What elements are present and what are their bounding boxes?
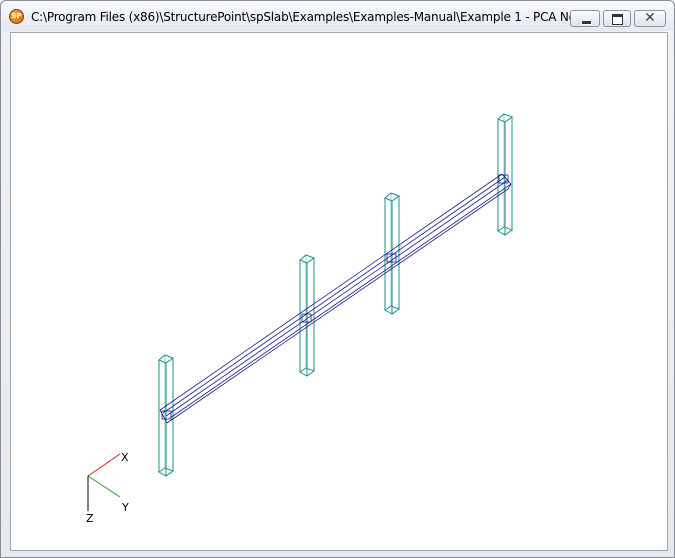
- x-axis-label: X: [121, 451, 129, 464]
- y-axis-line: [87, 475, 121, 498]
- x-axis-line: [87, 453, 121, 477]
- close-icon: ✕: [644, 10, 656, 26]
- axis-triad: X Y Z: [86, 451, 129, 525]
- model-view-canvas[interactable]: X Y Z: [10, 32, 668, 551]
- maximize-button[interactable]: [603, 10, 631, 27]
- z-axis-label: Z: [86, 512, 94, 525]
- joint-markers: [161, 174, 509, 420]
- y-axis-label: Y: [121, 501, 129, 514]
- minimize-icon: [581, 20, 592, 25]
- 3d-model-view[interactable]: X Y Z: [11, 33, 667, 550]
- slab-strip[interactable]: [159, 173, 512, 424]
- minimize-button[interactable]: [570, 10, 600, 27]
- title-bar[interactable]: SP C:\Program Files (x86)\StructurePoint…: [1, 1, 674, 31]
- column-4[interactable]: [497, 113, 514, 236]
- close-button[interactable]: ✕: [634, 10, 666, 27]
- application-window: SP C:\Program Files (x86)\StructurePoint…: [0, 0, 675, 558]
- window-title: C:\Program Files (x86)\StructurePoint\sp…: [31, 10, 571, 24]
- sp-app-icon[interactable]: SP: [9, 9, 24, 24]
- maximize-icon: [612, 14, 623, 25]
